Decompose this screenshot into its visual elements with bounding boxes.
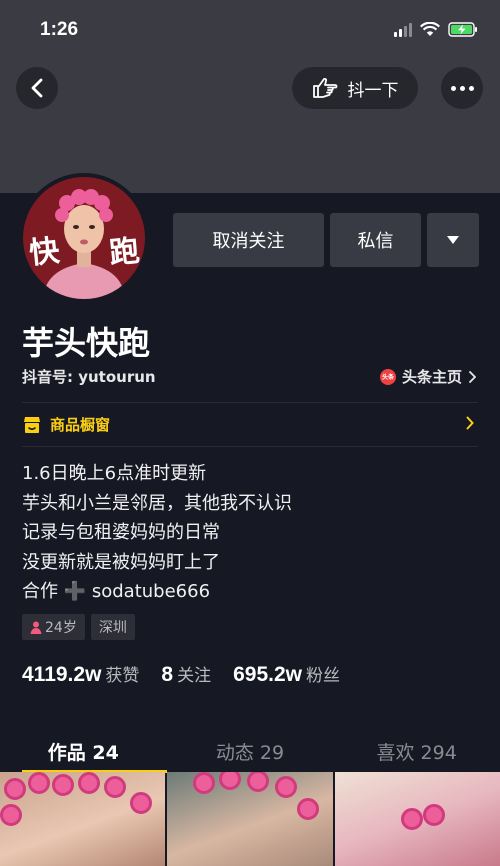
status-bar: 1:26 <box>0 0 500 60</box>
female-person-icon <box>30 621 42 634</box>
fans-label: 粉丝 <box>305 666 340 686</box>
fans-count: 695.2w <box>233 663 302 686</box>
fans-stat[interactable]: 695.2w 粉丝 <box>233 661 340 687</box>
more-dot-icon <box>459 85 465 91</box>
toutiao-icon: 头条 <box>379 368 396 385</box>
shop-window-label: 商品橱窗 <box>50 416 111 434</box>
shop-icon <box>24 416 40 433</box>
wifi-icon <box>420 22 440 36</box>
recommend-dropdown-button[interactable] <box>427 213 479 267</box>
city-tag: 深圳 <box>90 614 135 640</box>
more-dot-icon <box>468 85 474 91</box>
chevron-right-icon <box>466 416 474 430</box>
video-thumbnail[interactable] <box>334 772 500 866</box>
status-icons <box>394 22 478 37</box>
avatar-logo-text: 快 <box>27 233 62 272</box>
point-hand-icon <box>312 77 337 98</box>
more-button[interactable] <box>441 67 483 109</box>
profile-name: 芋头快跑 <box>22 324 151 362</box>
video-thumbnail[interactable] <box>167 772 333 866</box>
profile-stats: 4119.2w 获赞 8 关注 695.2w 粉丝 <box>22 661 340 687</box>
divider <box>22 446 478 447</box>
message-button[interactable]: 私信 <box>330 213 421 267</box>
avatar[interactable]: 快 跑 <box>19 173 149 303</box>
tab-likes[interactable]: 喜欢 294 <box>333 730 500 772</box>
following-count: 8 <box>161 663 174 686</box>
shake-label: 抖一下 <box>347 80 399 101</box>
status-time: 1:26 <box>40 19 79 40</box>
signal-icon <box>394 22 412 37</box>
battery-charging-icon <box>448 22 477 37</box>
age-tag: 24岁 <box>22 614 85 640</box>
video-grid <box>0 772 500 866</box>
content-tabs: 作品 24 动态 29 喜欢 294 <box>0 730 500 773</box>
chevron-left-icon <box>31 78 43 98</box>
likes-count: 4119.2w <box>22 663 102 686</box>
bio-line: 记录与包租婆妈妈的日常 <box>22 522 220 543</box>
video-thumbnail[interactable] <box>0 772 166 866</box>
following-label: 关注 <box>177 666 212 686</box>
tab-updates-label: 动态 29 <box>215 741 285 764</box>
tab-likes-label: 喜欢 294 <box>376 741 457 764</box>
tab-updates[interactable]: 动态 29 <box>167 730 334 772</box>
avatar-logo-text: 跑 <box>107 233 142 272</box>
profile-tags: 24岁 深圳 <box>22 614 135 640</box>
unfollow-button[interactable]: 取消关注 <box>173 213 324 267</box>
bio-line: 没更新就是被妈妈盯上了 <box>22 551 220 573</box>
bio-line: 芋头和小兰是邻居，其他我不认识 <box>22 492 292 514</box>
bio-line: 合作 ➕ sodatube666 <box>22 581 211 602</box>
bio: 1.6日晚上6点准时更新 芋头和小兰是邻居，其他我不认识 记录与包租婆妈妈的日常… <box>22 459 292 607</box>
following-stat[interactable]: 8 关注 <box>161 661 211 687</box>
toutiao-label: 头条主页 <box>401 368 462 386</box>
avatar-image: 快 跑 <box>23 177 145 299</box>
bio-line: 1.6日晚上6点准时更新 <box>22 463 207 484</box>
caret-down-icon <box>447 236 459 244</box>
shop-window-row[interactable]: 商品橱窗 <box>22 403 478 446</box>
more-dot-icon <box>450 85 456 91</box>
likes-label: 获赞 <box>105 666 140 686</box>
age-label: 24岁 <box>45 620 77 636</box>
tab-works-label: 作品 24 <box>47 741 119 764</box>
toutiao-homepage-link[interactable]: 头条 头条主页 <box>379 366 476 387</box>
likes-stat: 4119.2w 获赞 <box>22 661 139 687</box>
account-id: 抖音号: yutourun <box>22 368 156 386</box>
tab-works[interactable]: 作品 24 <box>0 730 167 773</box>
chevron-right-icon <box>469 370 476 383</box>
shake-button[interactable]: 抖一下 <box>292 67 418 109</box>
back-button[interactable] <box>16 67 58 109</box>
